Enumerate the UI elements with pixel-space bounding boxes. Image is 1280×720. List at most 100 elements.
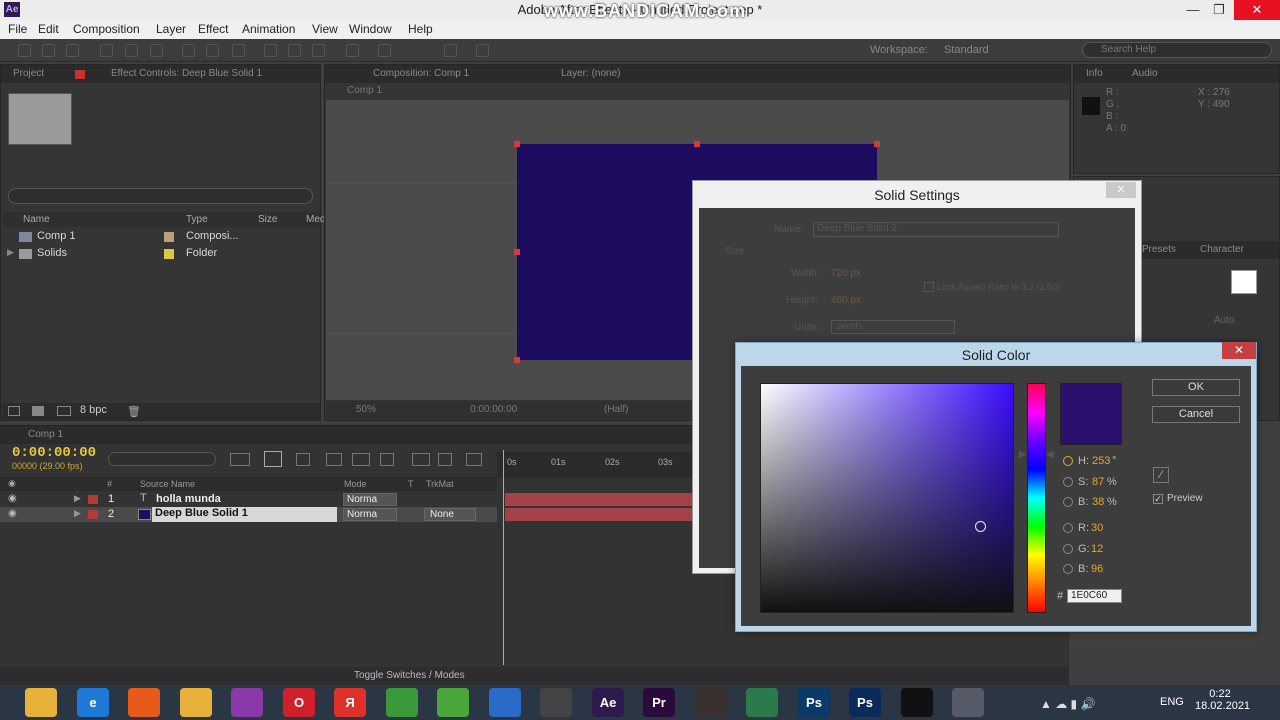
label-color-swatch[interactable] (164, 232, 174, 242)
zoom-select[interactable]: 50% (356, 404, 376, 415)
solid-name-input[interactable]: Deep Blue Solid 2 (813, 222, 1059, 237)
project-item-solids[interactable]: ▶ Solids Folder (2, 246, 302, 263)
menu-layer[interactable]: Layer (156, 22, 186, 36)
pen-tool-icon[interactable] (206, 44, 219, 57)
hand-tool-icon[interactable] (42, 44, 55, 57)
taskbar-folder-icon[interactable] (180, 688, 212, 717)
maximize-button[interactable]: ❐ (1204, 0, 1234, 20)
layer-row[interactable]: ◉ ▶ 2 Deep Blue Solid 1 Norma None (0, 507, 497, 522)
label-color-swatch[interactable] (164, 249, 174, 259)
taskbar-media-icon[interactable] (489, 688, 521, 717)
col-trkmat[interactable]: TrkMat (426, 479, 454, 489)
workspace-select[interactable]: Standard (944, 44, 989, 56)
search-help-input[interactable]: Search Help (1082, 42, 1272, 58)
taskbar-explorer-icon[interactable] (25, 688, 57, 717)
frame-blending-icon[interactable] (352, 453, 370, 466)
layer-label-color[interactable] (88, 495, 98, 504)
timeline-timecode[interactable]: 0:00:00:00 (12, 445, 96, 461)
menu-window[interactable]: Window (349, 22, 392, 36)
col-mode[interactable]: Mode (344, 479, 367, 489)
fill-color-swatch[interactable] (1231, 270, 1257, 294)
visibility-eye-icon[interactable]: ◉ (8, 493, 17, 504)
hex-color-input[interactable]: 1E0C60 (1067, 589, 1122, 603)
tab-effect-controls[interactable]: Effect Controls: Deep Blue Solid 1 (111, 65, 262, 83)
brightness-value[interactable]: 38 (1092, 496, 1104, 508)
red-value[interactable]: 30 (1091, 522, 1103, 534)
hue-slider-left-arrow-icon[interactable]: ▶ (1019, 449, 1027, 460)
current-time[interactable]: 0:00:00:00 (470, 404, 517, 415)
tab-character[interactable]: Character (1200, 241, 1244, 259)
green-radio[interactable] (1063, 544, 1073, 554)
interpret-footage-icon[interactable] (8, 406, 20, 416)
comp-breadcrumb[interactable]: Comp 1 (347, 85, 382, 96)
language-indicator[interactable]: ENG (1160, 696, 1184, 708)
brainstorm-icon[interactable] (412, 453, 430, 466)
comp-mini-flowchart-icon[interactable] (230, 453, 250, 466)
camera-tool-icon[interactable] (125, 44, 138, 57)
eraser-tool-icon[interactable] (312, 44, 325, 57)
transform-handle[interactable] (514, 357, 520, 363)
menu-composition[interactable]: Composition (73, 22, 140, 36)
col-media[interactable]: Med (306, 214, 325, 225)
taskbar-ps2-icon[interactable]: Ps (849, 688, 881, 717)
toggle-switches-modes-button[interactable]: Toggle Switches / Modes (354, 670, 465, 681)
brush-tool-icon[interactable] (264, 44, 277, 57)
auto-keyframe-icon[interactable] (438, 453, 452, 466)
new-folder-icon[interactable] (32, 406, 44, 416)
rotate-tool-icon[interactable] (100, 44, 113, 57)
taskbar-app-bird-icon[interactable] (695, 688, 727, 717)
transform-handle[interactable] (874, 141, 880, 147)
transform-handle[interactable] (514, 141, 520, 147)
menu-help[interactable]: Help (408, 22, 433, 36)
tab-project[interactable]: Project (13, 65, 44, 83)
taskbar-ae-icon[interactable]: Ae (592, 688, 624, 717)
taskbar-opera-icon[interactable]: O (283, 688, 315, 717)
lock-aspect-checkbox[interactable] (924, 282, 934, 292)
expand-arrow-icon[interactable]: ▶ (74, 493, 81, 504)
menu-animation[interactable]: Animation (242, 22, 295, 36)
col-name[interactable]: Name (23, 214, 50, 225)
col-size[interactable]: Size (258, 214, 277, 225)
leading-auto[interactable]: Auto (1214, 315, 1235, 326)
layer-row[interactable]: ◉ ▶ 1 T holla munda Norma (0, 492, 497, 507)
tab-layer[interactable]: Layer: (none) (561, 65, 620, 83)
layer-duration-bar[interactable] (505, 493, 695, 506)
hue-slider-right-arrow-icon[interactable]: ◀ (1046, 449, 1054, 460)
graph-editor-icon[interactable] (466, 453, 482, 466)
close-button[interactable]: ✕ (1234, 0, 1280, 20)
blue-radio[interactable] (1063, 564, 1073, 574)
ok-button[interactable]: OK (1152, 379, 1240, 396)
zoom-tool-icon[interactable] (66, 44, 79, 57)
blend-mode-select[interactable]: Norma (343, 493, 397, 506)
red-radio[interactable] (1063, 523, 1073, 533)
saturation-value[interactable]: 87 (1092, 476, 1104, 488)
blue-value[interactable]: 96 (1091, 563, 1103, 575)
shape-tool-icon[interactable] (182, 44, 195, 57)
taskbar-utorrent-icon[interactable] (437, 688, 469, 717)
taskbar-chrome-icon[interactable] (386, 688, 418, 717)
text-tool-icon[interactable] (232, 44, 245, 57)
taskbar-ie-icon[interactable]: e (77, 688, 109, 717)
pan-behind-tool-icon[interactable] (150, 44, 163, 57)
taskbar-bandicam-icon[interactable] (901, 688, 933, 717)
eyedropper-icon[interactable]: ⁄ (1153, 467, 1169, 483)
menu-effect[interactable]: Effect (198, 22, 228, 36)
tab-presets[interactable]: Presets (1142, 241, 1176, 259)
layer-duration-bar[interactable] (505, 508, 695, 521)
green-value[interactable]: 12 (1091, 543, 1103, 555)
tab-info[interactable]: Info (1086, 65, 1103, 83)
bit-depth-button[interactable]: 8 bpc (80, 404, 107, 416)
draft-3d-icon[interactable] (296, 453, 310, 466)
taskbar-app-g-icon[interactable] (746, 688, 778, 717)
hue-slider[interactable] (1027, 383, 1046, 613)
solid-color-close-button[interactable]: ✕ (1222, 342, 1256, 359)
menu-edit[interactable]: Edit (38, 22, 59, 36)
cancel-button[interactable]: Cancel (1152, 406, 1240, 423)
tab-timeline-comp[interactable]: Comp 1 (28, 426, 63, 444)
height-value[interactable]: 480 px (831, 295, 861, 306)
roto-brush-tool-icon[interactable] (346, 44, 359, 57)
motion-blur-icon[interactable] (380, 453, 394, 466)
tray-icons[interactable]: ▲ ☁ ▮ 🔊 (1040, 697, 1095, 711)
resolution-select[interactable]: (Half) (604, 404, 628, 415)
track-matte-select[interactable]: None (424, 508, 476, 521)
